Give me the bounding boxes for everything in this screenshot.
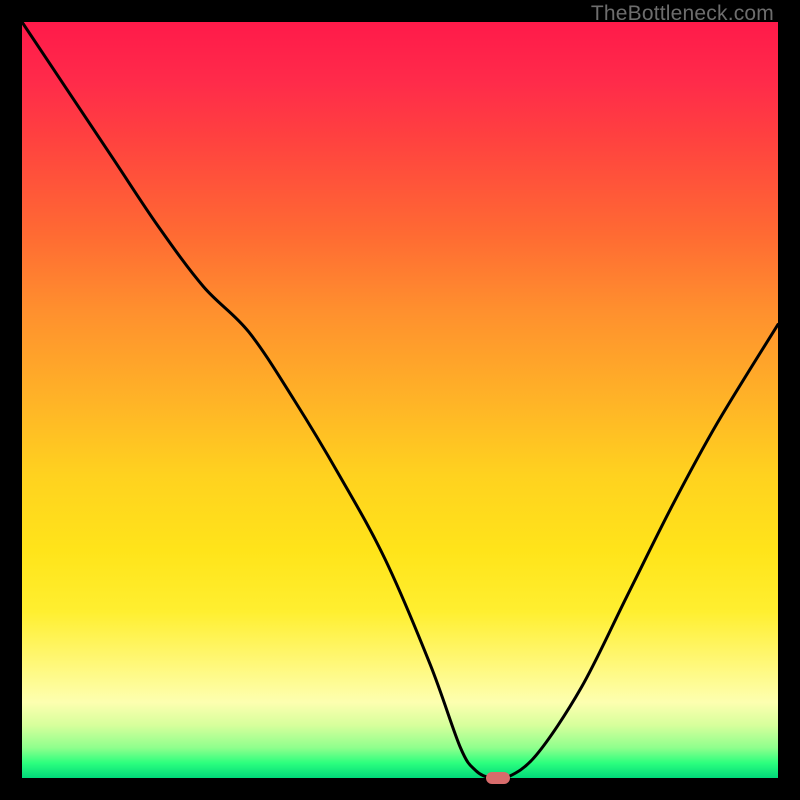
watermark-text: TheBottleneck.com xyxy=(591,2,774,26)
curve-path xyxy=(22,22,778,778)
chart-frame: TheBottleneck.com xyxy=(0,0,800,800)
optimum-marker xyxy=(486,772,510,784)
bottleneck-curve xyxy=(22,22,778,778)
